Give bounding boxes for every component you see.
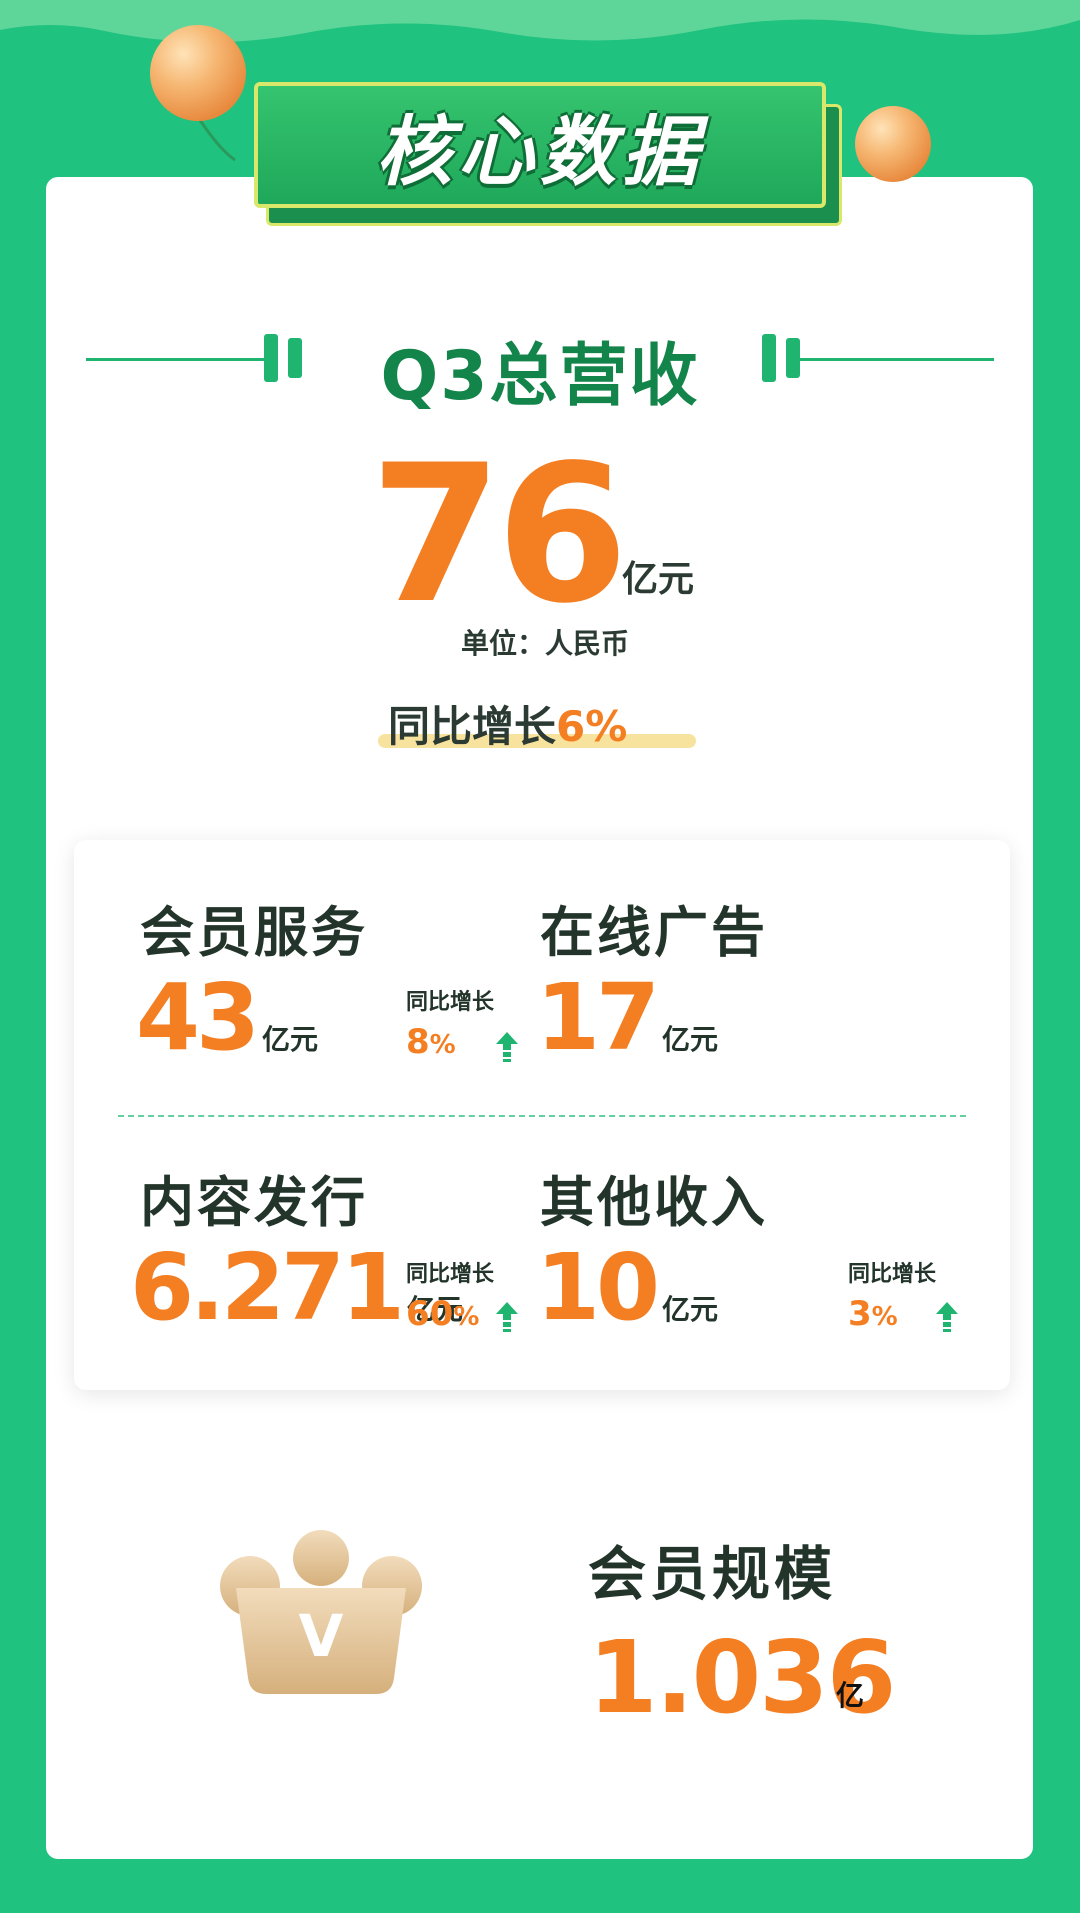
segments-panel: 会员服务 43 亿元 同比增长 8% 在线广告 17 亿元 内容发行 6.271 亿元… <box>74 840 1010 1390</box>
crown-letter: V <box>299 1602 344 1670</box>
revenue-title: Q3总营收 <box>380 337 700 416</box>
balloon-icon <box>150 25 246 121</box>
membership-unit: 亿 <box>836 1679 865 1712</box>
segment-value: 10 <box>536 1234 660 1341</box>
total-yoy: 同比增长6% <box>388 693 627 754</box>
revenue-heading: Q3总营收 <box>86 320 994 416</box>
crown-icon: V <box>220 1530 422 1694</box>
segment-yoy: 同比增长 60% <box>406 1256 494 1334</box>
up-arrow-icon <box>496 1032 518 1062</box>
total-revenue-unit: 亿元 <box>622 559 695 600</box>
currency-note: 单位：人民币 <box>460 627 629 660</box>
up-arrow-icon <box>496 1302 518 1332</box>
segment-yoy: 同比增长 3% <box>848 1256 936 1334</box>
segment-title: 在线广告 <box>540 901 768 964</box>
segment-yoy-label: 同比增长 <box>406 1262 495 1287</box>
segment-title: 内容发行 <box>140 1171 368 1234</box>
segment-title: 其他收入 <box>540 1171 768 1234</box>
segment-yoy-value: 60 <box>406 1294 454 1334</box>
segment-online-ads: 在线广告 17 亿元 <box>536 840 996 1080</box>
segment-unit: 亿元 <box>262 1023 319 1056</box>
segment-title: 会员服务 <box>140 901 368 964</box>
total-yoy-value: 6% <box>556 702 628 751</box>
up-arrow-icon <box>936 1302 958 1332</box>
segment-yoy-label: 同比增长 <box>406 990 495 1015</box>
total-revenue-value: 76 <box>370 424 628 645</box>
segment-yoy: 同比增长 8% <box>406 984 494 1062</box>
segment-value: 43 <box>136 964 260 1071</box>
balloon-icon <box>855 106 931 182</box>
segment-membership: 会员服务 43 亿元 同比增长 8% <box>74 840 534 1080</box>
segment-yoy-value: 8 <box>406 1022 430 1062</box>
header-banner: 核心数据 <box>254 82 844 228</box>
segment-unit: 亿元 <box>662 1293 719 1326</box>
segment-yoy-value: 3 <box>848 1294 872 1334</box>
page-title: 核心数据 <box>376 107 704 196</box>
segment-yoy-label: 同比增长 <box>848 1262 937 1287</box>
segment-other-income: 其他收入 10 亿元 同比增长 3% <box>536 1110 996 1350</box>
membership-title: 会员规模 <box>588 1540 837 1608</box>
segment-value: 6.271 <box>130 1234 405 1341</box>
segment-content-distribution: 内容发行 6.271 亿元 同比增长 60% <box>74 1110 534 1350</box>
total-yoy-label: 同比增长 <box>388 702 557 751</box>
segment-value: 17 <box>536 964 660 1071</box>
segment-unit: 亿元 <box>662 1023 719 1056</box>
